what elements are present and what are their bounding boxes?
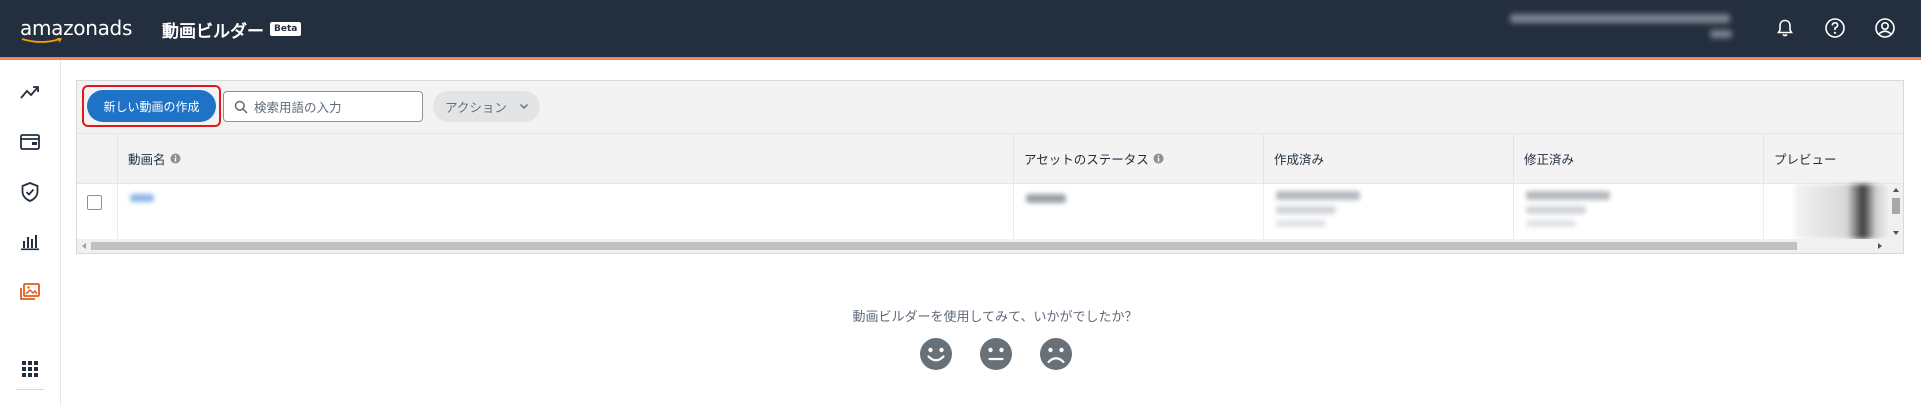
created-extra-redacted [1276,220,1326,227]
actions-dropdown[interactable]: アクション [433,91,540,122]
created-cell [1263,184,1513,239]
sad-face-icon[interactable] [1039,337,1073,371]
actions-label: アクション [445,100,507,115]
left-navigation-rail [0,60,61,405]
modified-date-redacted [1526,191,1610,200]
search-icon [234,100,248,114]
created-by-redacted [1276,206,1336,214]
account-name-redacted [1510,14,1730,23]
header-select-cell [77,134,117,183]
account-marketplace-redacted [1710,30,1732,38]
search-box[interactable] [223,91,423,122]
beta-badge: Beta [270,22,302,36]
search-input[interactable] [254,97,414,117]
media-library-icon[interactable] [17,279,43,305]
trending-icon[interactable] [17,79,43,105]
modified-cell [1513,184,1763,239]
shield-check-icon[interactable] [17,179,43,205]
column-label: 動画名 [128,152,166,167]
page-title: 動画ビルダー [162,22,264,42]
table-toolbar: 新しい動画の作成 アクション [77,81,1903,133]
column-header-asset-status[interactable]: アセットのステータス [1013,134,1263,183]
preview-cell [1763,184,1890,239]
amazon-smile-icon [21,38,63,43]
column-label: プレビュー [1774,152,1837,167]
chevron-down-icon [519,103,529,110]
column-label: アセットのステータス [1024,152,1149,167]
asset-status-redacted [1026,194,1066,203]
modified-extra-redacted [1526,220,1576,227]
column-header-modified[interactable]: 修正済み [1513,134,1763,183]
amazon-ads-logo[interactable]: amazonads [20,16,132,40]
scroll-up-icon[interactable] [1892,187,1900,193]
modified-by-redacted [1526,206,1586,214]
scroll-down-icon[interactable] [1892,230,1900,236]
video-name-link-redacted[interactable] [130,194,154,202]
happy-face-icon[interactable] [919,337,953,371]
nav-divider [16,389,44,390]
header-accent-line [0,57,1921,60]
column-label: 作成済み [1274,152,1325,167]
top-navigation-bar: amazonads 動画ビルダー Beta [0,0,1921,57]
wallet-icon[interactable] [17,129,43,155]
apps-grid-icon[interactable] [17,356,43,382]
column-header-video-name[interactable]: 動画名 [117,134,1013,183]
horizontal-scrollbar[interactable] [77,239,1903,253]
created-date-redacted [1276,191,1360,200]
table-header: 動画名 アセットのステータス 作成済み 修正済み プレビュー [77,133,1903,184]
column-label: 修正済み [1524,152,1575,167]
vertical-scroll-thumb[interactable] [1892,198,1900,214]
column-header-preview: プレビュー [1763,134,1903,183]
create-video-button[interactable]: 新しい動画の作成 [87,90,216,122]
asset-status-cell [1013,184,1263,239]
bar-chart-icon[interactable] [17,229,43,255]
video-name-cell [117,184,1013,239]
row-select-cell [77,184,117,239]
info-icon[interactable] [170,153,181,164]
help-icon[interactable] [1822,15,1848,41]
videos-table-card: 新しい動画の作成 アクション 動画名 アセットのステータス 作成済み 修正済み … [76,80,1904,254]
feedback-options [919,337,1073,371]
bell-icon[interactable] [1772,15,1798,41]
scroll-left-icon[interactable] [81,242,87,250]
column-header-created[interactable]: 作成済み [1263,134,1513,183]
neutral-face-icon[interactable] [979,337,1013,371]
row-checkbox[interactable] [87,195,102,210]
account-selector[interactable] [1510,14,1740,44]
horizontal-scroll-thumb[interactable] [91,242,1797,250]
vertical-scrollbar[interactable] [1889,184,1903,239]
info-icon[interactable] [1153,153,1164,164]
video-thumbnail[interactable] [1794,184,1890,239]
table-row[interactable] [77,184,1903,239]
scroll-right-icon[interactable] [1877,242,1883,250]
account-icon[interactable] [1872,15,1898,41]
feedback-question: 動画ビルダーを使用してみて、いかがでしたか？ [852,310,1138,325]
